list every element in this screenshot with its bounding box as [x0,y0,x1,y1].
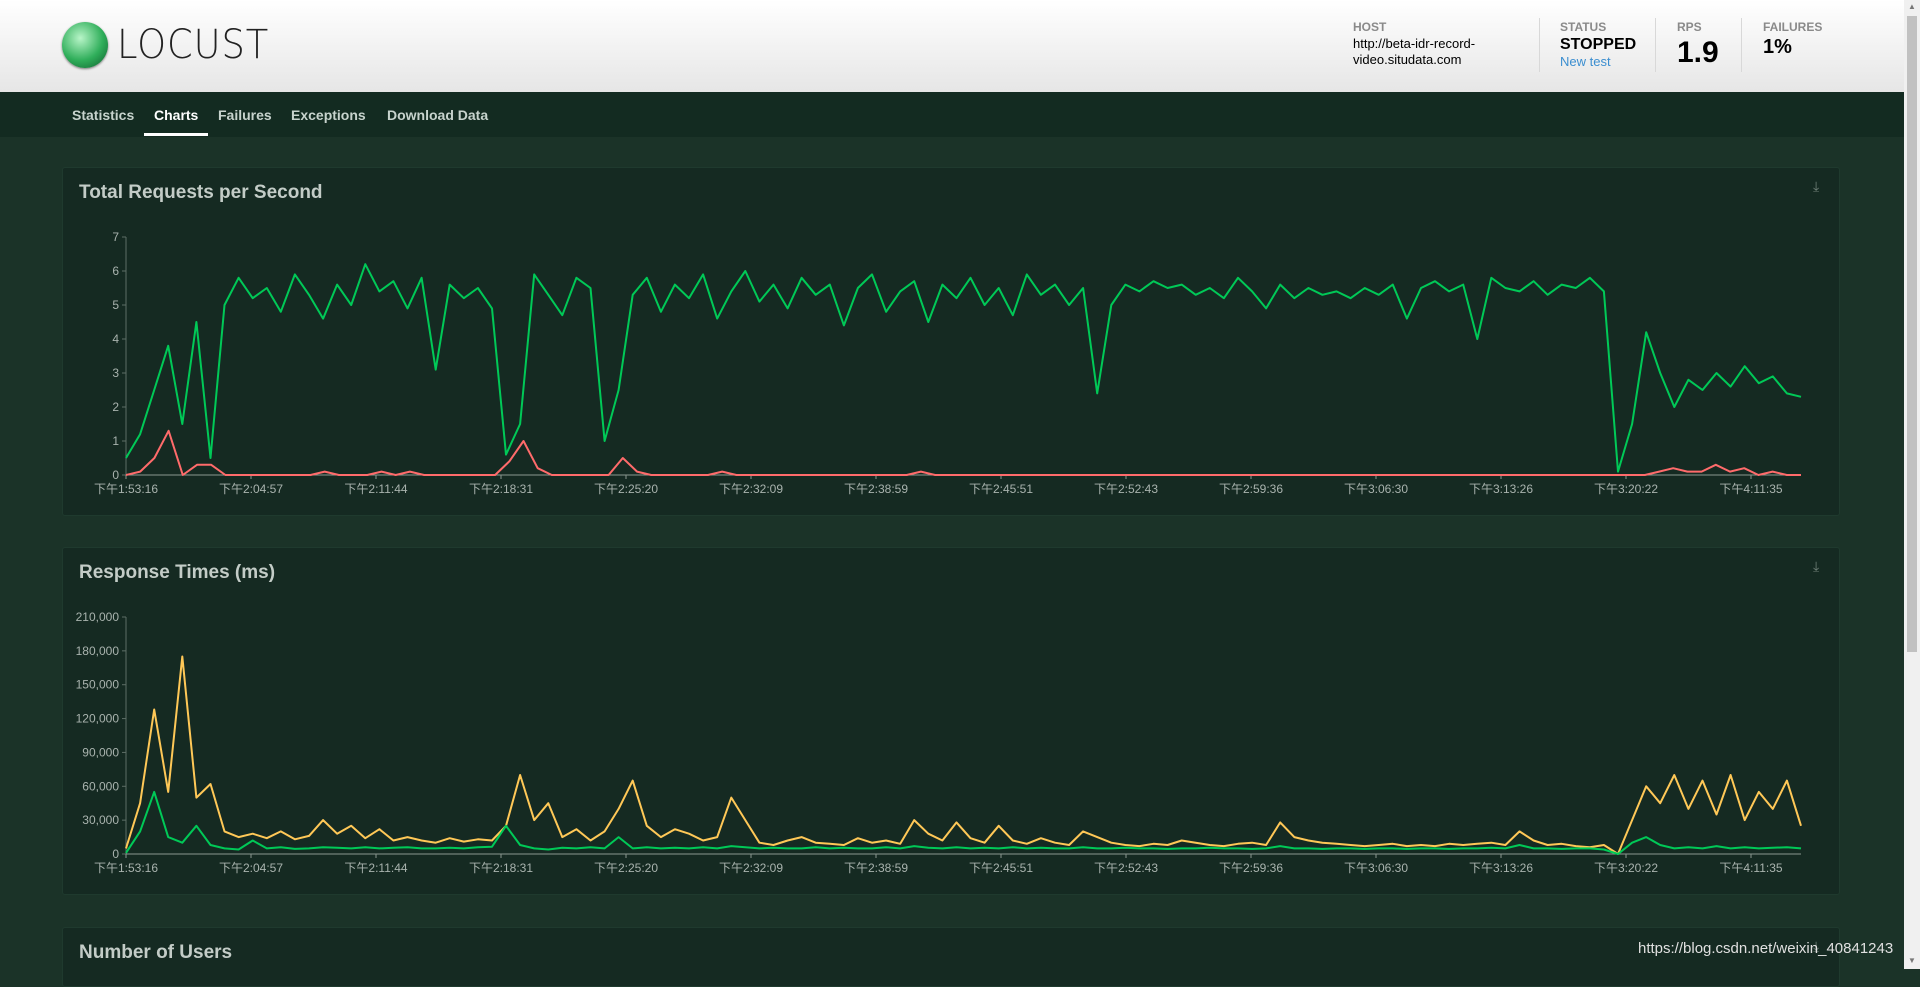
x-tick-label: 下午2:11:44 [344,482,407,496]
series-line-1 [125,429,1801,476]
y-tick-label: 30,000 [82,813,119,827]
active-tab-indicator [144,133,208,136]
x-tick-label: 下午3:06:30 [1344,482,1408,496]
scroll-down-icon[interactable]: ▼ [1908,956,1916,965]
x-tick-label: 下午2:59:36 [1219,482,1283,496]
tab-download-data[interactable]: Download Data [387,107,488,123]
y-tick-label: 6 [112,264,119,278]
panel-title: Number of Users [79,942,233,963]
y-tick-label: 0 [112,847,119,861]
tab-failures[interactable]: Failures [218,107,272,123]
x-tick-label: 下午1:53:16 [94,482,158,496]
failures-info: FAILURES 1% [1763,20,1822,59]
y-tick-label: 120,000 [76,712,120,726]
x-tick-label: 下午2:52:43 [1094,861,1158,875]
x-tick-label: 下午2:25:20 [594,861,658,875]
x-tick-label: 下午2:04:57 [219,482,283,496]
header: LOCUST HOST http://beta-idr-record- vide… [0,0,1904,92]
failures-value: 1% [1763,36,1792,58]
users-panel: Number of Users ⤓ [62,927,1840,987]
x-tick-label: 下午3:13:26 [1469,861,1533,875]
y-tick-label: 2 [112,400,119,414]
y-tick-label: 210,000 [76,610,120,624]
x-tick-label: 下午2:32:09 [719,861,783,875]
y-tick-label: 7 [112,230,119,244]
logo-text: LOCUST [117,22,270,68]
x-tick-label: 下午2:18:31 [469,861,533,875]
host-line-1: http://beta-idr-record- [1353,36,1476,51]
x-tick-label: 下午3:13:26 [1469,482,1533,496]
status-label: STATUS [1560,20,1607,34]
rps-value: 1.9 [1677,36,1719,69]
y-tick-label: 180,000 [76,644,120,658]
response-times-chart: 0 30,000 60,000 90,000 120,000 150,000 180,000… [76,610,1802,875]
series-line-0 [125,655,1802,855]
watermark: https://blog.csdn.net/weixin_40841243 [1638,940,1894,957]
y-tick-label: 90,000 [82,745,119,759]
status-info: STATUS STOPPED New test [1560,20,1636,69]
host-label: HOST [1353,20,1387,34]
rps-chart-panel: Total Requests per Second ⤓ 0 1 2 3 4 5 6 7 下午1:… [62,167,1840,516]
series-line-0 [125,263,1802,473]
y-tick-label: 0 [112,468,119,482]
new-test-link[interactable]: New test [1560,54,1636,69]
x-tick-label: 下午2:45:51 [969,861,1033,875]
host-info: HOST http://beta-idr-record- video.situd… [1353,20,1475,68]
locust-logo-icon [62,22,108,68]
scrollbar-thumb[interactable] [1907,16,1917,652]
x-tick-label: 下午2:25:20 [594,482,658,496]
scroll-up-icon[interactable]: ▲ [1908,2,1916,11]
download-icon[interactable]: ⤓ [1813,178,1827,194]
y-tick-label: 4 [112,332,119,346]
x-tick-label: 下午2:04:57 [219,861,283,875]
y-tick-label: 3 [112,366,119,380]
x-tick-label: 下午3:20:22 [1594,861,1658,875]
divider [1655,18,1656,72]
rps-label: RPS [1677,20,1702,34]
rps-chart: 0 1 2 3 4 5 6 7 下午1:53:16 下午2:04:57 下午2:11:44 下午2:1… [94,230,1802,496]
y-tick-label: 1 [112,434,119,448]
response-times-panel: Response Times (ms) ⤓ 0 30,000 60,000 90,00… [62,547,1840,895]
failures-label: FAILURES [1763,20,1823,34]
x-tick-label: 下午1:53:16 [94,861,158,875]
y-tick-label: 5 [112,298,119,312]
tab-nav: Statistics Charts Failures Exceptions Do… [0,92,1904,137]
scrollbar[interactable]: ▲ ▼ [1904,0,1920,969]
x-tick-label: 下午2:38:59 [844,861,908,875]
tab-exceptions[interactable]: Exceptions [291,107,366,123]
panel-title: Response Times (ms) [79,562,276,583]
x-tick-label: 下午4:11:35 [1719,482,1782,496]
tab-charts[interactable]: Charts [154,107,198,123]
x-tick-label: 下午3:06:30 [1344,861,1408,875]
x-tick-label: 下午3:20:22 [1594,482,1658,496]
x-tick-label: 下午2:52:43 [1094,482,1158,496]
y-tick-label: 60,000 [82,779,119,793]
divider [1741,18,1742,72]
x-tick-label: 下午4:11:35 [1719,861,1782,875]
host-line-2: video.situdata.com [1353,52,1462,67]
x-tick-label: 下午2:45:51 [969,482,1033,496]
y-tick-label: 150,000 [76,678,120,692]
x-tick-label: 下午2:32:09 [719,482,783,496]
panel-title: Total Requests per Second [79,182,323,203]
status-value: STOPPED [1560,36,1637,53]
x-tick-label: 下午2:11:44 [344,861,407,875]
x-tick-label: 下午2:18:31 [469,482,533,496]
tab-statistics[interactable]: Statistics [72,107,134,123]
divider [1539,18,1540,72]
x-tick-label: 下午2:59:36 [1219,861,1283,875]
x-tick-label: 下午2:38:59 [844,482,908,496]
download-icon[interactable]: ⤓ [1813,558,1827,574]
rps-info: RPS 1.9 [1677,20,1719,70]
